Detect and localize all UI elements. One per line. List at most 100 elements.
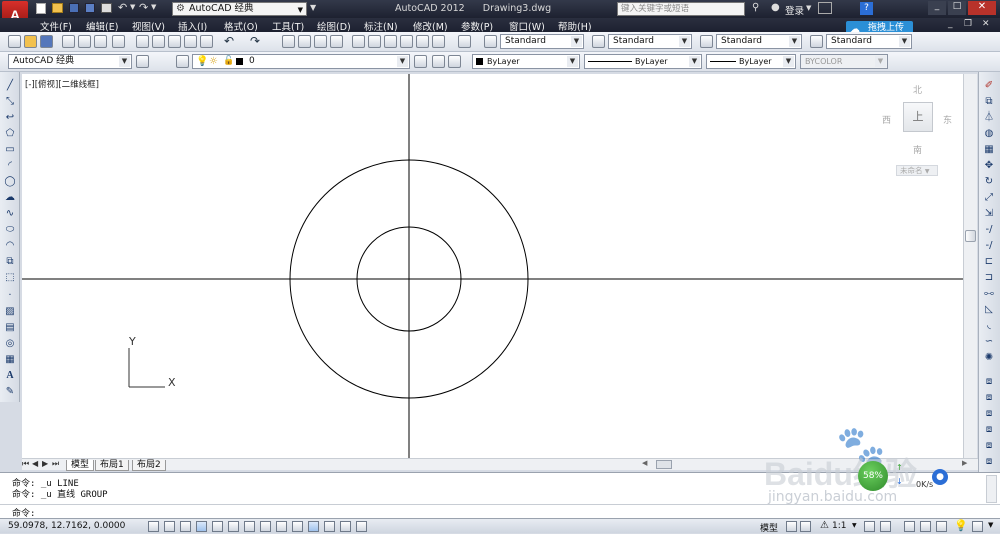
workspace-settings-icon[interactable] — [136, 55, 149, 68]
3d-print-icon[interactable] — [112, 35, 125, 48]
annotation-scale-value[interactable]: 1:1 — [832, 521, 846, 531]
workspace-switch-icon[interactable] — [904, 521, 915, 532]
revcloud-icon[interactable]: ☁ — [4, 192, 16, 204]
coordinates[interactable]: 59.0978, 12.7162, 0.0000 — [8, 521, 125, 531]
isolate-objects-icon[interactable]: 💡 — [954, 519, 968, 532]
bring-front-icon[interactable]: ⧈ — [983, 392, 995, 404]
snap-mode-icon[interactable] — [164, 521, 175, 532]
hscroll-right-icon[interactable]: ▶ — [962, 459, 967, 467]
fillet-icon[interactable]: ◟ — [983, 320, 995, 332]
print-icon[interactable] — [62, 35, 75, 48]
redo-icon[interactable]: ↷ — [139, 1, 148, 14]
saveas-icon[interactable] — [85, 3, 95, 13]
menu-help[interactable]: 帮助(H) — [558, 19, 592, 33]
under-object-icon[interactable]: ⧈ — [983, 440, 995, 452]
table-icon[interactable]: ▦ — [4, 354, 16, 366]
save-icon[interactable] — [69, 3, 79, 13]
undo-dropdown-icon[interactable]: ▼ — [130, 3, 135, 11]
layer-previous-icon[interactable] — [432, 55, 445, 68]
exchange-icon[interactable] — [818, 2, 832, 14]
extend-icon[interactable]: -/ — [983, 240, 995, 252]
quick-view-drawings-icon[interactable] — [800, 521, 811, 532]
user-icon[interactable]: ● — [771, 2, 780, 13]
offset-icon[interactable]: ◍ — [983, 128, 995, 140]
color-select[interactable]: ByLayer ▼ — [472, 54, 580, 69]
lock-ui-icon[interactable] — [920, 521, 931, 532]
scale-icon[interactable]: ⤢ — [983, 192, 995, 204]
tab-layout1[interactable]: 布局1 — [95, 460, 129, 471]
toolbar-redo-icon[interactable]: ↷ — [250, 34, 260, 48]
menu-insert[interactable]: 插入(I) — [178, 19, 207, 33]
layer-manager-icon[interactable] — [176, 55, 189, 68]
viewcube-face[interactable]: 上 — [903, 102, 933, 132]
match-properties-icon[interactable] — [184, 35, 197, 48]
table-style-select[interactable]: Standard ▼ — [716, 34, 802, 49]
menu-restore-icon[interactable]: ❐ — [964, 19, 972, 29]
save-file-icon[interactable] — [40, 35, 53, 48]
workspace-combo[interactable]: AutoCAD 经典 ▼ — [8, 54, 132, 69]
scale-dropdown-icon[interactable]: ▼ — [852, 522, 857, 529]
viewcube-east[interactable]: 东 — [943, 113, 952, 126]
arc-icon[interactable]: ◜ — [4, 160, 16, 172]
region-icon[interactable]: ◎ — [4, 338, 16, 350]
point-icon[interactable]: · — [4, 290, 16, 302]
scroll-thumb[interactable] — [965, 230, 976, 242]
ducs-icon[interactable] — [276, 521, 287, 532]
search-input[interactable]: 键入关键字或短语 — [617, 2, 745, 16]
menu-window[interactable]: 窗口(W) — [509, 19, 545, 33]
workspace-selector[interactable]: ⚙ AutoCAD 经典 ▼ — [172, 2, 307, 16]
undo-icon[interactable]: ↶ — [118, 1, 127, 14]
login-link[interactable]: 登录 — [785, 3, 804, 17]
zoom-realtime-icon[interactable] — [298, 35, 311, 48]
explode-icon[interactable]: ✺ — [983, 352, 995, 364]
copy-object-icon[interactable]: ⧉ — [983, 96, 995, 108]
grid-display-icon[interactable] — [180, 521, 191, 532]
annotation-scale-icon[interactable]: ⚠ — [820, 520, 829, 531]
binoculars-icon[interactable]: ⚲ — [752, 2, 759, 13]
lineweight-select[interactable]: ByLayer ▼ — [706, 54, 796, 69]
join-icon[interactable]: ⧟ — [983, 288, 995, 300]
vertical-scrollbar[interactable] — [963, 74, 977, 458]
copy-icon[interactable] — [152, 35, 165, 48]
menu-file[interactable]: 文件(F) — [40, 19, 72, 33]
stretch-icon[interactable]: ⇲ — [983, 208, 995, 220]
menu-tools[interactable]: 工具(T) — [272, 19, 304, 33]
open-icon[interactable] — [52, 3, 63, 13]
help-toolbar-icon[interactable] — [458, 35, 471, 48]
spline-icon[interactable]: ∿ — [4, 208, 16, 220]
draw-order-icon[interactable]: ⧈ — [983, 376, 995, 388]
polar-tracking-icon[interactable] — [212, 521, 223, 532]
minimize-icon[interactable]: _ — [928, 1, 946, 15]
design-center-icon[interactable] — [368, 35, 381, 48]
move-icon[interactable]: ✥ — [983, 160, 995, 172]
tab-model[interactable]: 模型 — [66, 460, 95, 471]
above-object-icon[interactable]: ⧈ — [983, 424, 995, 436]
auto-scale-icon[interactable] — [880, 521, 891, 532]
redo-dropdown-icon[interactable]: ▼ — [151, 3, 156, 11]
layer-select[interactable]: 💡 ☼ 🔓 0 ▼ — [192, 54, 410, 69]
rotate-icon[interactable]: ↻ — [983, 176, 995, 188]
viewcube[interactable]: 北 西 东 南 上 未命名 ▼ — [880, 80, 960, 184]
chamfer-icon[interactable]: ◺ — [983, 304, 995, 316]
send-back-icon[interactable]: ⧈ — [983, 408, 995, 420]
zoom-previous-icon[interactable] — [330, 35, 343, 48]
blend-icon[interactable]: ∽ — [983, 336, 995, 348]
menu-parametric[interactable]: 参数(P) — [461, 19, 493, 33]
3d-osnap-icon[interactable] — [244, 521, 255, 532]
text-style-select[interactable]: Standard ▼ — [500, 34, 584, 49]
hscroll-left-icon[interactable]: ◀ — [642, 459, 647, 467]
gradient-icon[interactable]: ▤ — [4, 322, 16, 334]
mleader-style-select[interactable]: Standard ▼ — [826, 34, 912, 49]
break-at-point-icon[interactable]: ⊏ — [983, 256, 995, 268]
pan-icon[interactable] — [282, 35, 295, 48]
hardware-accel-icon[interactable] — [936, 521, 947, 532]
annotation-visibility-icon[interactable] — [864, 521, 875, 532]
ellipse-arc-icon[interactable]: ◠ — [4, 240, 16, 252]
tab-first-icon[interactable]: ⏮ — [22, 459, 29, 469]
hscroll-thumb[interactable] — [656, 460, 672, 469]
tab-layout2[interactable]: 布局2 — [132, 460, 166, 471]
viewcube-west[interactable]: 西 — [882, 113, 891, 126]
plot-icon[interactable] — [101, 3, 112, 13]
open-file-icon[interactable] — [24, 35, 37, 48]
make-current-icon[interactable] — [414, 55, 427, 68]
